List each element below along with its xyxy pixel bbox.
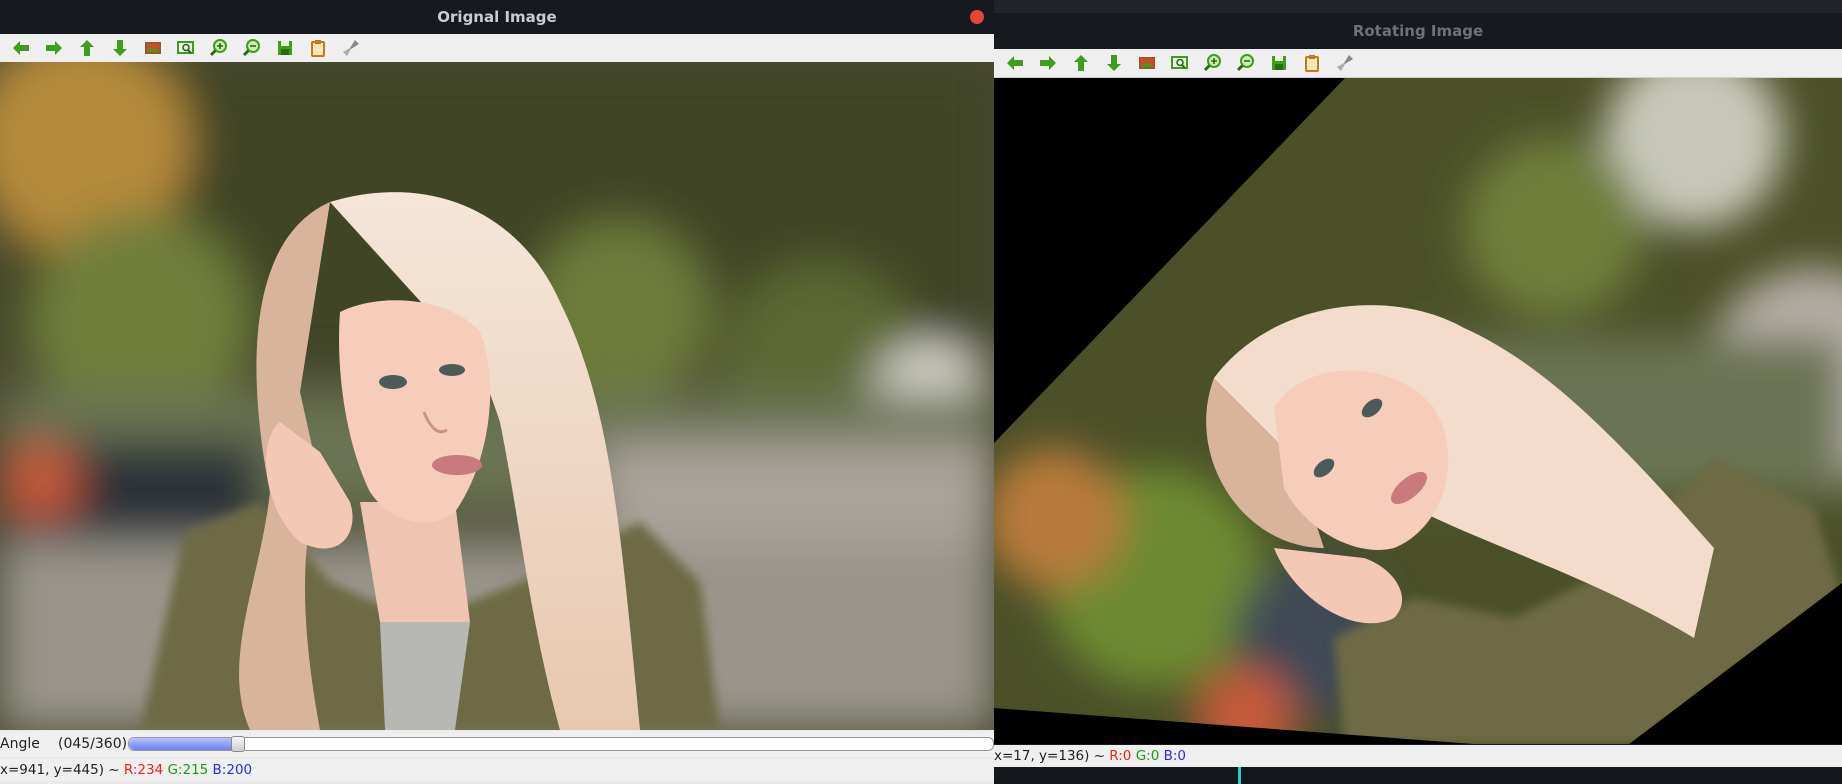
rotating-image-window: Rotating Image x=17, y=136) ~ R:0 G:0 B:… — [994, 0, 1842, 784]
pan-down-button[interactable] — [1097, 49, 1130, 77]
zoom-in-icon — [209, 39, 227, 57]
arrow-left-icon — [1006, 56, 1023, 70]
pixel-b: B:200 — [212, 762, 253, 778]
zoom-original-button[interactable] — [136, 34, 169, 62]
arrow-right-icon — [45, 41, 62, 55]
close-icon[interactable] — [970, 10, 984, 24]
status-bar: x=17, y=136) ~ R:0 G:0 B:0 — [994, 745, 1842, 767]
slider-thumb[interactable] — [231, 736, 245, 752]
copy-button[interactable] — [301, 34, 334, 62]
trackbar-value: (045/360) — [58, 736, 128, 752]
properties-icon — [342, 40, 359, 56]
pan-down-button[interactable] — [103, 34, 136, 62]
title-bar: Rotating Image — [994, 13, 1842, 49]
zoom-in-icon — [1203, 54, 1221, 72]
toolbar — [0, 34, 994, 63]
image-icon — [144, 42, 161, 54]
original-photo — [0, 62, 994, 730]
properties-icon — [1336, 55, 1353, 71]
taskbar-indicator — [1238, 767, 1241, 784]
image-icon — [1138, 57, 1155, 69]
save-icon — [277, 41, 292, 55]
arrow-down-icon — [1106, 55, 1121, 71]
zoom-fit-button[interactable] — [169, 34, 202, 62]
properties-button[interactable] — [334, 34, 367, 62]
save-button[interactable] — [268, 34, 301, 62]
zoom-in-button[interactable] — [202, 34, 235, 62]
pan-right-button[interactable] — [1031, 49, 1064, 77]
angle-slider[interactable] — [128, 736, 994, 752]
pixel-r: R:0 — [1109, 748, 1132, 764]
save-button[interactable] — [1262, 49, 1295, 77]
cursor-coords: x=941, y=445) ~ — [0, 762, 124, 778]
copy-icon — [1304, 55, 1319, 72]
pixel-r: R:234 — [123, 762, 164, 778]
pan-left-button[interactable] — [998, 49, 1031, 77]
arrow-up-icon — [1073, 55, 1088, 71]
save-icon — [1271, 56, 1286, 70]
slider-fill — [129, 738, 237, 750]
pan-left-button[interactable] — [4, 34, 37, 62]
copy-icon — [310, 40, 325, 57]
zoom-out-icon — [1236, 54, 1254, 72]
zoom-out-icon — [242, 39, 260, 57]
zoom-fit-icon — [176, 41, 194, 54]
arrow-down-icon — [112, 40, 127, 56]
copy-button[interactable] — [1295, 49, 1328, 77]
title-bar: Orignal Image — [0, 0, 994, 34]
toolbar — [994, 49, 1842, 78]
zoom-original-button[interactable] — [1130, 49, 1163, 77]
pixel-g: G:0 — [1135, 748, 1160, 764]
arrow-up-icon — [79, 40, 94, 56]
arrow-left-icon — [12, 41, 29, 55]
trackbar-label: Angle — [0, 736, 40, 752]
arrow-right-icon — [1039, 56, 1056, 70]
status-bar: x=941, y=445) ~ R:234 G:215 B:200 — [0, 759, 994, 781]
zoom-in-button[interactable] — [1196, 49, 1229, 77]
properties-button[interactable] — [1328, 49, 1361, 77]
zoom-out-button[interactable] — [235, 34, 268, 62]
taskbar — [994, 767, 1842, 784]
pan-up-button[interactable] — [70, 34, 103, 62]
pan-right-button[interactable] — [37, 34, 70, 62]
zoom-fit-button[interactable] — [1163, 49, 1196, 77]
window-title: Rotating Image — [1352, 22, 1484, 40]
zoom-fit-icon — [1170, 56, 1188, 69]
window-title: Orignal Image — [437, 8, 557, 26]
zoom-out-button[interactable] — [1229, 49, 1262, 77]
pan-up-button[interactable] — [1064, 49, 1097, 77]
window-top-strip — [994, 0, 1842, 14]
pixel-g: G:215 — [167, 762, 209, 778]
angle-trackbar: Angle (045/360) — [0, 731, 994, 757]
cursor-coords: x=17, y=136) ~ — [994, 748, 1110, 764]
pixel-b: B:0 — [1163, 748, 1187, 764]
original-image-window: Orignal Image Angle (045/360) x=941, y=4… — [0, 0, 994, 784]
rotated-photo — [994, 78, 1842, 744]
